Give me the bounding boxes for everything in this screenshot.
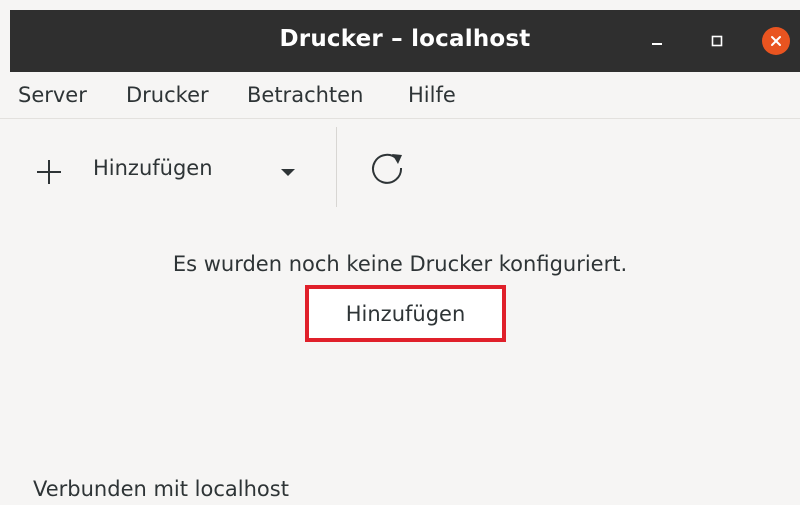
refresh-icon[interactable] <box>364 145 410 191</box>
toolbar: Hinzufügen <box>0 119 800 214</box>
add-printer-button-label: Hinzufügen <box>345 301 466 326</box>
window-title: Drucker – localhost <box>279 26 531 52</box>
plus-icon <box>37 160 61 184</box>
close-icon <box>771 36 781 46</box>
chevron-down-icon[interactable] <box>281 169 295 176</box>
title-bar[interactable]: Drucker – localhost <box>10 10 800 72</box>
toolbar-separator <box>336 127 337 207</box>
printer-window: Drucker – localhost Server Drucker Betra… <box>0 0 800 505</box>
add-printer-label: Hinzufügen <box>93 156 213 180</box>
add-printer-button[interactable]: Hinzufügen <box>305 285 506 342</box>
menu-hilfe[interactable]: Hilfe <box>408 83 456 107</box>
connection-status: Verbunden mit localhost <box>33 477 289 501</box>
menu-bar: Server Drucker Betrachten Hilfe <box>0 72 800 119</box>
minimize-icon <box>652 43 662 45</box>
menu-drucker[interactable]: Drucker <box>126 83 209 107</box>
close-button[interactable] <box>762 27 790 55</box>
menu-server[interactable]: Server <box>18 83 87 107</box>
minimize-button[interactable] <box>642 26 672 56</box>
maximize-icon <box>711 35 723 47</box>
maximize-button[interactable] <box>702 26 732 56</box>
empty-printers-message: Es wurden noch keine Drucker konfigurier… <box>172 252 628 276</box>
menu-betrachten[interactable]: Betrachten <box>247 83 363 107</box>
